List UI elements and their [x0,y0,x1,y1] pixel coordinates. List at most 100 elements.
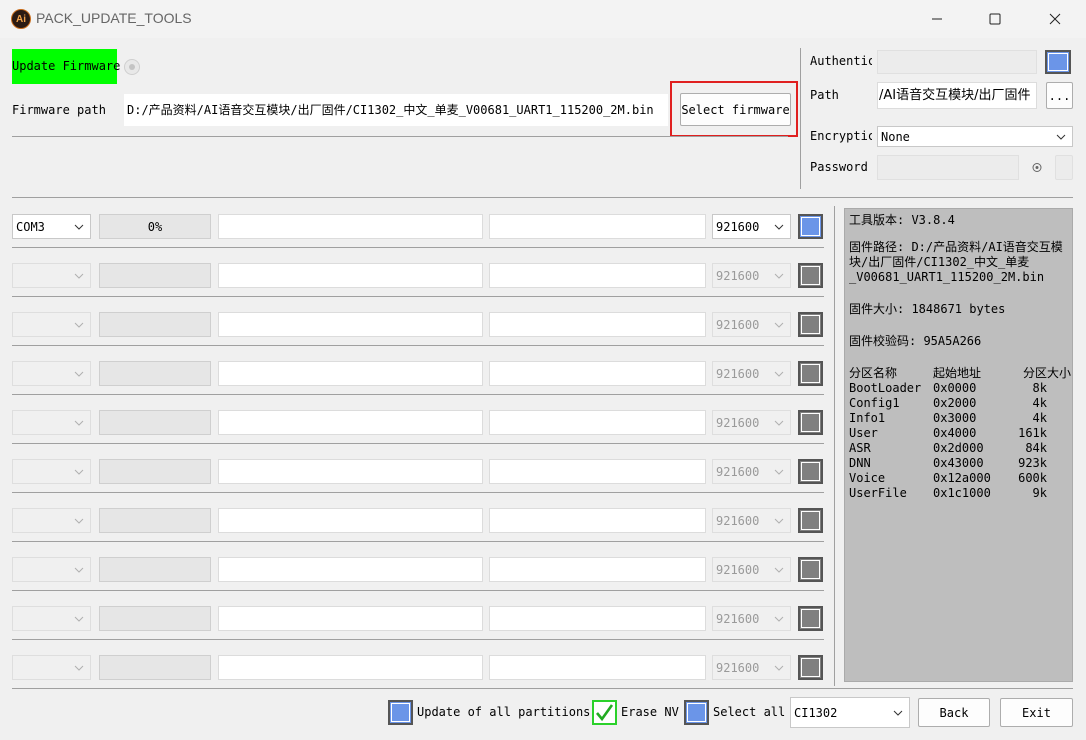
chevron-down-icon [74,273,84,279]
progress-bar [99,312,211,337]
checkmark-icon [596,704,614,722]
show-password-button[interactable] [1026,155,1048,180]
baud-rate-select[interactable]: 921600 [712,263,791,288]
port-enable-checkbox[interactable] [798,312,823,337]
browse-button[interactable]: ... [1046,82,1073,109]
detail-field [489,214,706,239]
detail-field [489,606,706,631]
minimize-icon [932,18,942,20]
minimize-button[interactable] [908,0,966,38]
baud-rate-select[interactable]: 921600 [712,655,791,680]
baud-rate-select[interactable]: 921600 [712,508,791,533]
chevron-down-icon [774,665,784,671]
port-enable-checkbox[interactable] [798,557,823,582]
partition-cell: 9k [1032,486,1047,500]
com-port-select[interactable] [12,606,91,631]
baud-rate-select[interactable]: 921600 [712,557,791,582]
port-enable-checkbox[interactable] [798,606,823,631]
erase-nv-checkbox[interactable] [592,700,617,725]
progress-bar [99,655,211,680]
baud-rate-select[interactable]: 921600 [712,312,791,337]
row-divider [12,345,824,346]
com-port-select[interactable]: COM3 [12,214,91,239]
chevron-down-icon [1056,134,1066,140]
encryption-select[interactable]: None [877,126,1073,147]
progress-bar [99,557,211,582]
progress-text: 0% [147,219,163,234]
baud-rate-select[interactable]: 921600 [712,606,791,631]
update-all-partitions-checkbox[interactable] [388,700,413,725]
port-enable-checkbox[interactable] [798,410,823,435]
baud-rate-select[interactable]: 921600 [712,361,791,386]
progress-bar [99,508,211,533]
partition-cell: 0x1c1000 [933,486,991,500]
partition-cell: 161k [1018,426,1047,440]
select-all-checkbox[interactable] [684,700,709,725]
encryption-value: None [881,129,910,144]
partition-header: 起始地址 [933,366,982,380]
port-enable-checkbox[interactable] [798,508,823,533]
baud-rate-select[interactable]: 921600 [712,459,791,484]
row-divider [12,541,824,542]
com-port-select[interactable] [12,410,91,435]
chevron-down-icon [74,469,84,475]
com-port-select[interactable] [12,312,91,337]
port-enable-checkbox[interactable] [798,263,823,288]
password-extra-button[interactable] [1055,155,1073,180]
maximize-button[interactable] [966,0,1024,38]
baud-rate-select[interactable]: 921600 [712,214,791,239]
status-field [218,410,483,435]
divider [12,136,788,137]
chip-value: CI1302 [794,705,838,720]
partition-cell: 4k [1032,411,1047,425]
status-field [218,508,483,533]
back-label: Back [939,705,969,720]
encryption-label: Encryptic [810,129,872,143]
partition-header: 分区名称 [849,366,898,380]
authentic-input[interactable] [877,50,1037,74]
chevron-down-icon [774,469,784,475]
partition-cell: 0x43000 [933,456,984,470]
progress-bar [99,263,211,288]
divider [12,688,1073,689]
select-all-label: Select all [713,705,786,719]
back-button[interactable]: Back [918,698,990,727]
partition-cell: DNN [849,456,871,470]
com-port-select[interactable] [12,508,91,533]
detail-field [489,263,706,288]
exit-button[interactable]: Exit [1000,698,1073,727]
com-port-select[interactable] [12,459,91,484]
status-field [218,214,483,239]
firmware-path-line: 固件路径: D:/产品资料/AI语音交互模 [849,240,1063,254]
close-icon [1049,13,1061,25]
port-enable-checkbox[interactable] [798,214,823,239]
port-enable-checkbox[interactable] [798,655,823,680]
close-button[interactable] [1026,0,1084,38]
detail-field [489,312,706,337]
update-firmware-radio[interactable] [124,59,140,75]
port-enable-checkbox[interactable] [798,459,823,484]
path-input[interactable]: /AI语音交互模块/出厂固件 [877,82,1037,109]
baud-rate-select[interactable]: 921600 [712,410,791,435]
port-enable-checkbox[interactable] [798,361,823,386]
com-port-select[interactable] [12,655,91,680]
chevron-down-icon [74,420,84,426]
chip-select[interactable]: CI1302 [790,697,910,728]
window-title: PACK_UPDATE_TOOLS [36,10,192,26]
com-port-select[interactable] [12,557,91,582]
partition-cell: 4k [1032,396,1047,410]
partition-cell: User [849,426,878,440]
partition-cell: 0x2d000 [933,441,984,455]
chevron-down-icon [74,371,84,377]
authentic-checkbox[interactable] [1045,50,1071,74]
tool-version: 工具版本: V3.8.4 [849,213,955,227]
com-port-select[interactable] [12,263,91,288]
partition-cell: 84k [1025,441,1047,455]
baud-rate-value: 921600 [716,415,760,430]
firmware-path-input[interactable]: D:/产品资料/AI语音交互模块/出厂固件/CI1302_中文_单麦_V0068… [124,94,668,126]
partition-table-header: 分区名称 起始地址 分区大小 [849,366,1071,381]
exit-label: Exit [1022,705,1051,720]
com-port-select[interactable] [12,361,91,386]
password-input[interactable] [877,155,1019,180]
chevron-down-icon [893,710,903,716]
